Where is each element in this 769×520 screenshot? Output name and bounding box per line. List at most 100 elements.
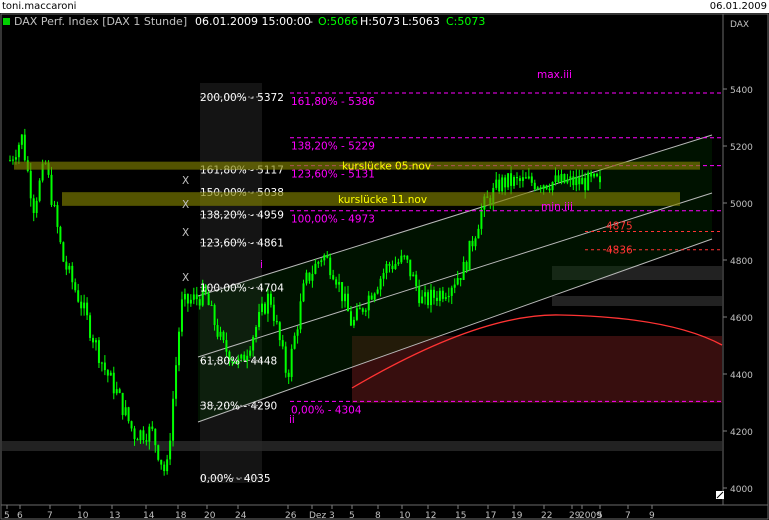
fib-level-label: 200,00% - 5372 — [200, 92, 284, 104]
candle-body — [379, 278, 382, 290]
x-tick-label: 5 — [597, 511, 603, 520]
x-tick-label: 5 — [349, 511, 355, 520]
target-level-label: 0,00% - 4304 — [291, 404, 362, 416]
header-close: C:5073 — [446, 15, 485, 28]
candle-body — [35, 200, 38, 213]
candle-body — [278, 322, 281, 341]
candle-body — [551, 181, 554, 191]
candle-body — [14, 157, 17, 160]
support-band — [552, 296, 722, 306]
x-marker: X — [182, 199, 189, 211]
candle-body — [370, 295, 373, 300]
candle-body — [225, 340, 228, 352]
y-tick-label: 4800 — [730, 257, 753, 267]
candle-body — [320, 260, 323, 263]
y-tick-label: 4000 — [730, 485, 753, 495]
candle-body — [367, 295, 370, 311]
fib-level-label: 123,60% - 4861 — [200, 238, 284, 250]
x-tick-label: 3 — [329, 511, 335, 520]
x-tick-label: 7 — [47, 511, 53, 520]
candle-body — [578, 177, 581, 185]
candle-body — [349, 311, 352, 326]
y-tick-label: 5000 — [730, 200, 753, 210]
candle-body — [71, 265, 74, 283]
candle-body — [352, 319, 355, 326]
candle-body — [130, 421, 133, 429]
candle-body — [192, 294, 195, 300]
candle-body — [50, 174, 53, 205]
candle-body — [418, 286, 421, 304]
candle-body — [154, 428, 157, 446]
candle-body — [593, 173, 596, 177]
y-tick-label: 4400 — [730, 371, 753, 381]
candle-body — [554, 175, 557, 182]
candle-body — [376, 289, 379, 294]
candle-body — [258, 311, 261, 328]
candle-body — [338, 282, 341, 285]
candle-body — [94, 340, 97, 343]
candle-body — [59, 226, 62, 243]
y-tick-label: 5400 — [730, 86, 753, 96]
candle-body — [358, 308, 361, 310]
x-tick-label: 9 — [649, 511, 655, 520]
candle-body — [62, 242, 65, 262]
candle-body — [269, 293, 272, 305]
candle-body — [175, 365, 178, 399]
candle-body — [459, 278, 462, 280]
candle-body — [575, 177, 578, 186]
candle-body — [566, 179, 569, 183]
candle-body — [281, 340, 284, 347]
candle-body — [462, 261, 465, 280]
candle-body — [83, 302, 86, 309]
candle-body — [124, 407, 127, 416]
x-marker: X — [182, 227, 189, 239]
candle-body — [355, 308, 358, 320]
chart-window: { "window": {"user": "toni.maccaroni", "… — [0, 0, 769, 520]
candle-body — [198, 299, 201, 306]
candle-body — [115, 389, 118, 394]
candle-body — [11, 159, 14, 161]
candle-body — [92, 337, 95, 343]
candle-body — [456, 278, 459, 285]
candle-body — [521, 177, 524, 181]
wave-i-label: i — [260, 259, 263, 271]
candle-body — [53, 204, 56, 206]
candle-body — [219, 331, 222, 337]
candle-body — [501, 177, 504, 192]
candle-body — [121, 392, 124, 416]
candle-body — [311, 273, 314, 281]
support-band — [2, 441, 722, 451]
candle-body — [539, 187, 542, 189]
candle-body — [332, 275, 335, 280]
candle-body — [527, 176, 530, 179]
candle-body — [186, 293, 189, 304]
user-name: toni.maccaroni — [2, 1, 77, 12]
candle-body — [183, 293, 186, 300]
target-level-label: 138,20% - 5229 — [291, 141, 375, 153]
candle-body — [157, 445, 160, 460]
candle-body — [480, 209, 483, 229]
candle-body — [542, 185, 545, 189]
candle-body — [207, 293, 210, 306]
candle-body — [74, 282, 77, 291]
candle-body — [169, 440, 172, 460]
candle-body — [412, 274, 415, 277]
candle-body — [373, 293, 376, 300]
target-level-label: 100,00% - 4973 — [291, 214, 375, 226]
x-tick-label: 20 — [204, 511, 216, 520]
candle-body — [329, 257, 332, 276]
target-level-label: 161,80% - 5386 — [291, 96, 375, 108]
title-bar: toni.maccaroni 06.01.2009 — [0, 0, 769, 13]
candle-body — [572, 176, 575, 186]
candle-body — [453, 284, 456, 288]
candle-body — [498, 179, 501, 192]
candle-body — [415, 274, 418, 287]
candle-body — [424, 292, 427, 297]
candle-body — [145, 440, 148, 442]
price-level-label: 4875 — [606, 221, 633, 233]
candle-body — [421, 296, 424, 304]
candle-body — [403, 255, 406, 257]
candle-body — [89, 315, 92, 338]
x-tick-label: 14 — [143, 511, 155, 520]
candle-body — [557, 175, 560, 183]
